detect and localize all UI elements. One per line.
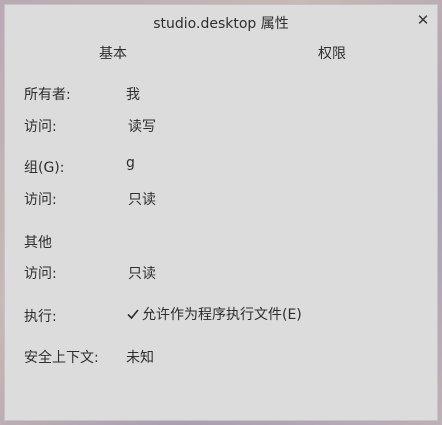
execute-label: 执行: <box>24 309 57 325</box>
owner-value: 我 <box>126 87 140 103</box>
close-icon: ✕ <box>416 11 430 29</box>
others-access-label: 访问: <box>24 266 57 282</box>
tab-basic[interactable]: 基本 <box>99 43 127 63</box>
execute-checkbox-label: 允许作为程序执行文件(E) <box>142 307 302 323</box>
owner-access-value[interactable]: 读写 <box>128 116 156 136</box>
security-context-label: 安全上下文: <box>24 350 99 366</box>
properties-dialog: studio.desktop 属性 ✕ 基本 权限 所有者: 我 访问: 读写 … <box>4 4 438 421</box>
group-access-label: 访问: <box>24 192 57 208</box>
group-value[interactable]: g <box>126 155 135 171</box>
window-title: studio.desktop 属性 <box>153 16 289 32</box>
execute-checkbox[interactable]: 允许作为程序执行文件(E) <box>126 304 302 324</box>
owner-access-label: 访问: <box>24 119 57 135</box>
others-label: 其他 <box>24 235 52 251</box>
others-access-value[interactable]: 只读 <box>128 263 156 283</box>
checkmark-icon <box>127 309 139 320</box>
group-access-value[interactable]: 只读 <box>128 189 156 209</box>
close-button[interactable]: ✕ <box>415 12 431 28</box>
owner-label: 所有者: <box>24 87 71 103</box>
security-context-value: 未知 <box>126 350 154 366</box>
title-bar[interactable]: studio.desktop 属性 ✕ <box>5 5 437 37</box>
group-label: 组(G): <box>24 160 65 176</box>
tab-permissions[interactable]: 权限 <box>318 43 346 63</box>
